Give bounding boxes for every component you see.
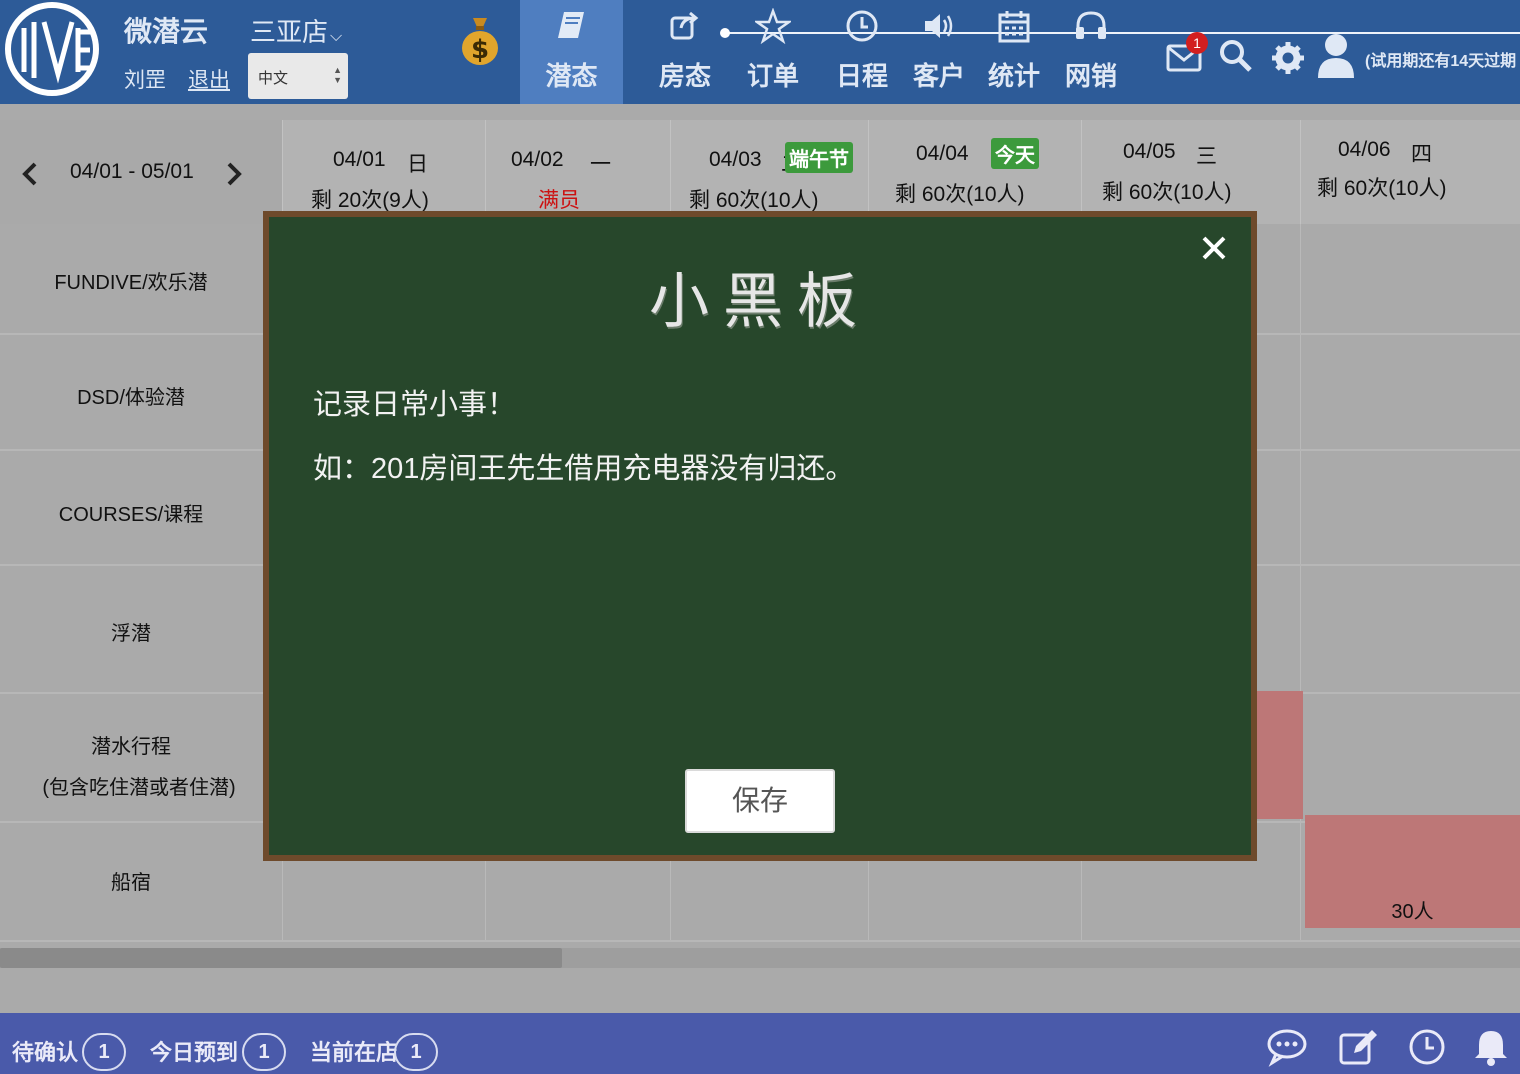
booking-block[interactable] — [1250, 691, 1303, 819]
money-bag-icon[interactable]: $ — [460, 14, 500, 66]
nav-label: 客户 — [912, 61, 965, 91]
pending-confirm-label[interactable]: 待确认 — [12, 1035, 78, 1067]
star-icon — [755, 8, 791, 44]
nav-label: 日程 — [835, 61, 888, 91]
row-label-dive-trips: 潜水行程 — [91, 736, 171, 758]
blackboard-title: 小黑板 — [649, 267, 871, 337]
search-icon[interactable] — [1218, 38, 1254, 74]
trial-notice: (试用期还有14天过期 — [1365, 53, 1517, 70]
select-arrows-icon: ▲ ▼ — [333, 65, 342, 85]
date-range-nav: 04/01 - 05/01 — [0, 120, 282, 224]
in-store-count[interactable]: 1 — [394, 1033, 438, 1071]
holiday-tag: 端午节 — [785, 142, 853, 173]
brand-name: 微潜云 — [124, 16, 209, 47]
top-bar: 微潜云 三亚店 ⌵ 刘罡 退出 中文 ▲ ▼ $ 潜态 房态 订单 日程 客户 … — [0, 0, 1520, 104]
day-header[interactable]: 04/06 四 剩 60次(10人) — [1300, 120, 1520, 224]
nav-label: 房态 — [658, 61, 711, 91]
nav-label: 统计 — [987, 61, 1040, 91]
row-label-fundive: FUNDIVE/欢乐潜 — [54, 272, 208, 294]
user-avatar-icon[interactable] — [1316, 32, 1356, 78]
day-date: 04/03 — [709, 148, 762, 171]
arrivals-today-label[interactable]: 今日预到 — [150, 1035, 238, 1067]
grid-row-line — [0, 940, 1520, 942]
close-icon[interactable] — [1197, 231, 1231, 265]
row-label-dsd: DSD/体验潜 — [77, 387, 185, 409]
user-name-link[interactable]: 刘罡 — [124, 64, 166, 94]
date-range-label: 04/01 - 05/01 — [70, 160, 194, 183]
book-icon — [557, 12, 584, 38]
headphones-icon — [1076, 11, 1106, 39]
logout-link[interactable]: 退出 — [188, 64, 230, 94]
language-value: 中文 — [258, 70, 289, 87]
store-selector[interactable]: 三亚店 ⌵ — [250, 12, 342, 49]
day-remaining: 剩 60次(10人) — [689, 189, 819, 212]
day-header[interactable]: 04/03 二 端午节 剩 60次(10人) — [670, 120, 868, 224]
grid-column-line — [1300, 224, 1301, 940]
mail-badge: 1 — [1186, 32, 1208, 54]
chat-icon[interactable] — [1266, 1027, 1308, 1067]
blackboard-note-line[interactable]: 记录日常小事！ — [313, 381, 516, 423]
row-label-liveaboard: 船宿 — [111, 872, 151, 894]
speaker-icon — [925, 14, 953, 38]
day-header[interactable]: 04/02 一 满员 — [485, 120, 670, 224]
share-icon — [670, 11, 699, 40]
nav-tab-statistics[interactable]: 统计 — [978, 0, 1050, 104]
calendar-icon — [998, 11, 1030, 43]
day-header[interactable]: 04/05 三 剩 60次(10人) — [1081, 120, 1300, 224]
day-remaining: 剩 60次(10人) — [1317, 177, 1447, 200]
day-date: 04/05 — [1123, 140, 1176, 163]
blackboard-note-line[interactable]: 如：201房间王先生借用充电器没有归还。 — [313, 445, 854, 487]
horizontal-scrollbar-thumb[interactable] — [0, 948, 562, 968]
today-tag: 今天 — [991, 138, 1039, 169]
nav-tab-dive-status[interactable]: 潜态 — [520, 0, 623, 104]
nav-tab-rooms[interactable]: 房态 — [648, 0, 722, 104]
arrivals-today-count[interactable]: 1 — [242, 1033, 286, 1071]
row-label-dive-trips-note: (包含吃住潜或者住潜) — [42, 777, 236, 799]
gear-icon[interactable] — [1270, 40, 1306, 76]
nav-tab-schedule[interactable]: 日程 — [826, 0, 898, 104]
in-store-label[interactable]: 当前在店 — [310, 1035, 398, 1067]
day-header[interactable]: 04/01 日 剩 20次(9人) — [282, 120, 485, 224]
nav-tab-customers[interactable]: 客户 — [902, 0, 976, 104]
bottom-status-bar: 待确认 1 今日预到 1 当前在店 1 — [0, 1013, 1520, 1074]
chevron-left-icon[interactable] — [18, 160, 42, 188]
day-date: 04/06 — [1338, 138, 1391, 161]
day-date: 04/02 — [511, 148, 564, 171]
dive-logo[interactable] — [4, 2, 104, 96]
day-full-status: 满员 — [538, 189, 580, 212]
day-date: 04/04 — [916, 142, 969, 165]
day-remaining: 剩 20次(9人) — [311, 189, 429, 212]
day-weekday: 日 — [407, 153, 428, 176]
day-header[interactable]: 04/04 今天 剩 60次(10人) — [868, 120, 1081, 224]
clock-icon — [846, 10, 878, 42]
nav-tab-orders[interactable]: 订单 — [737, 0, 809, 104]
pending-confirm-count[interactable]: 1 — [82, 1033, 126, 1071]
booking-count: 30人 — [1391, 901, 1434, 923]
svg-text:$: $ — [471, 35, 489, 65]
blackboard-modal: 小黑板 记录日常小事！ 如：201房间王先生借用充电器没有归还。 保存 — [263, 211, 1257, 861]
day-remaining: 剩 60次(10人) — [1102, 181, 1232, 204]
chevron-down-icon: ⌵ — [330, 28, 343, 45]
row-label-snorkeling: 浮潜 — [111, 623, 151, 645]
nav-label: 网销 — [1064, 61, 1117, 91]
language-select[interactable]: 中文 ▲ ▼ — [248, 53, 348, 99]
store-name: 三亚店 — [250, 17, 329, 47]
day-date: 04/01 — [333, 148, 386, 171]
save-button[interactable]: 保存 — [685, 769, 835, 833]
edit-note-icon[interactable] — [1338, 1027, 1380, 1067]
chevron-right-icon[interactable] — [222, 160, 246, 188]
nav-label: 潜态 — [545, 61, 598, 91]
nav-label: 订单 — [746, 61, 799, 91]
nav-tab-online-sales[interactable]: 网销 — [1055, 0, 1127, 104]
clock-icon[interactable] — [1406, 1027, 1448, 1067]
booking-block[interactable]: 30人 — [1305, 815, 1520, 928]
bell-icon[interactable] — [1470, 1027, 1512, 1067]
day-weekday: 三 — [1196, 145, 1217, 168]
row-label-courses: COURSES/课程 — [58, 504, 204, 526]
day-remaining: 剩 60次(10人) — [895, 183, 1025, 206]
day-weekday: 四 — [1411, 143, 1432, 166]
day-weekday: 一 — [590, 153, 611, 176]
